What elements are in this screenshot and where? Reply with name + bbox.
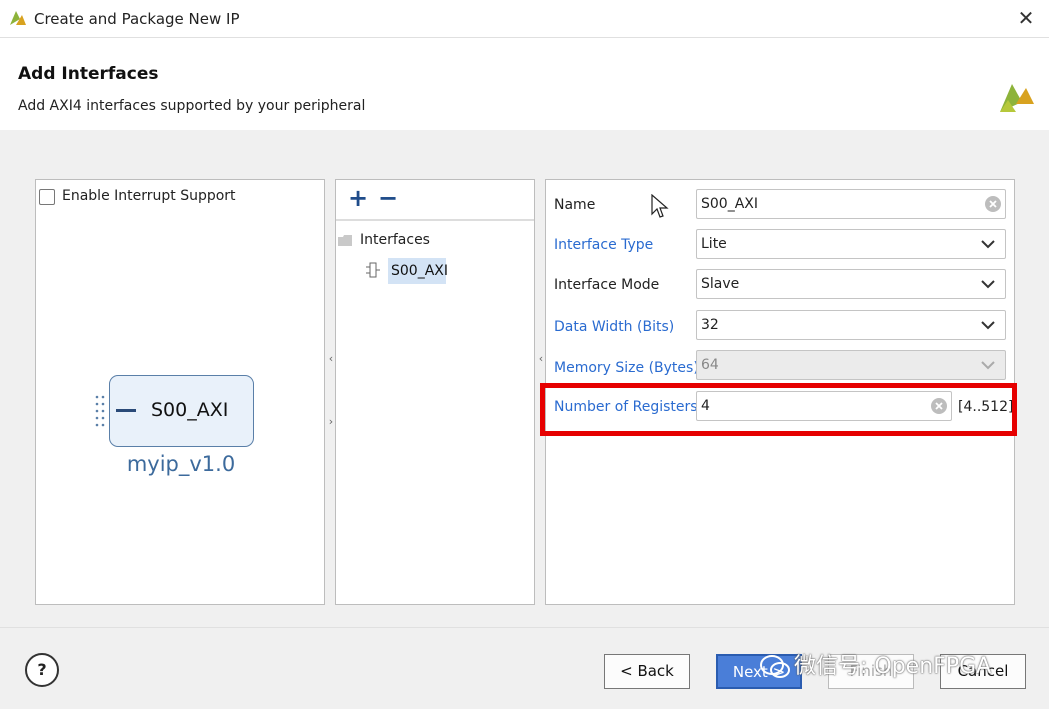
chevron-down-icon [981, 240, 995, 249]
tree-item-s00-axi[interactable]: S00_AXI [388, 258, 448, 284]
interface-type-value: Lite [701, 236, 727, 252]
port-collapse-icon[interactable] [116, 409, 136, 412]
wizard-footer: ? < Back Next > Finish Cancel 微信号: OpenF… [0, 627, 1049, 709]
chevron-down-icon [981, 280, 995, 289]
page-subtitle: Add AXI4 interfaces supported by your pe… [18, 98, 366, 114]
tree-root-interfaces[interactable]: Interfaces [360, 232, 430, 248]
splitter-left-collapse-icon[interactable]: ‹ [327, 352, 335, 365]
interface-type-select[interactable]: Lite [696, 229, 1006, 259]
memory-size-select: 64 [696, 350, 1006, 380]
add-interface-button[interactable]: + [346, 186, 370, 212]
splitter-right-collapse-icon[interactable]: ‹ [537, 352, 545, 365]
wizard-header: Add Interfaces Add AXI4 interfaces suppo… [0, 38, 1049, 130]
page-title: Add Interfaces [18, 64, 159, 84]
interface-bus-icon [366, 262, 380, 278]
ip-preview-panel: Enable Interrupt Support S00_AXI myip_v1… [35, 179, 325, 605]
name-label: Name [554, 197, 596, 213]
chevron-down-icon [981, 321, 995, 330]
interfaces-panel: + − Interfaces S00_AXI [335, 179, 535, 605]
ip-name-label: myip_v1.0 [126, 452, 236, 476]
folder-icon [338, 235, 352, 246]
chevron-down-icon [981, 361, 995, 370]
data-width-select[interactable]: 32 [696, 310, 1006, 340]
close-icon[interactable]: ✕ [1015, 7, 1037, 29]
port-dots-icon [95, 395, 105, 427]
ip-port-label: S00_AXI [151, 399, 229, 421]
clear-icon[interactable] [985, 196, 1001, 212]
highlight-annotation-box [540, 383, 1017, 436]
enable-interrupt-label: Enable Interrupt Support [62, 188, 236, 204]
watermark: 微信号: OpenFPGA [760, 648, 992, 679]
interface-type-label: Interface Type [554, 237, 654, 253]
vivado-logo-icon [10, 11, 26, 25]
vivado-logo-icon [1000, 84, 1034, 112]
memory-size-label: Memory Size (Bytes) [554, 360, 699, 376]
window-title: Create and Package New IP [34, 10, 240, 28]
splitter-left-expand-icon[interactable]: › [327, 415, 335, 428]
enable-interrupt-checkbox[interactable] [39, 189, 55, 205]
data-width-value: 32 [701, 317, 719, 333]
name-field[interactable] [696, 189, 1006, 219]
interface-mode-select[interactable]: Slave [696, 269, 1006, 299]
interface-mode-label: Interface Mode [554, 277, 660, 293]
wechat-icon [760, 655, 790, 678]
remove-interface-button[interactable]: − [376, 186, 400, 212]
back-button[interactable]: < Back [604, 654, 690, 689]
help-button[interactable]: ? [25, 653, 59, 687]
mouse-cursor-icon [651, 194, 669, 218]
watermark-text: 微信号: OpenFPGA [794, 654, 992, 679]
title-bar: Create and Package New IP ✕ [0, 0, 1049, 38]
name-input[interactable] [701, 196, 971, 212]
memory-size-value: 64 [701, 357, 719, 373]
interfaces-toolbar: + − [336, 180, 534, 221]
interface-mode-value: Slave [701, 276, 740, 292]
data-width-label: Data Width (Bits) [554, 319, 675, 335]
